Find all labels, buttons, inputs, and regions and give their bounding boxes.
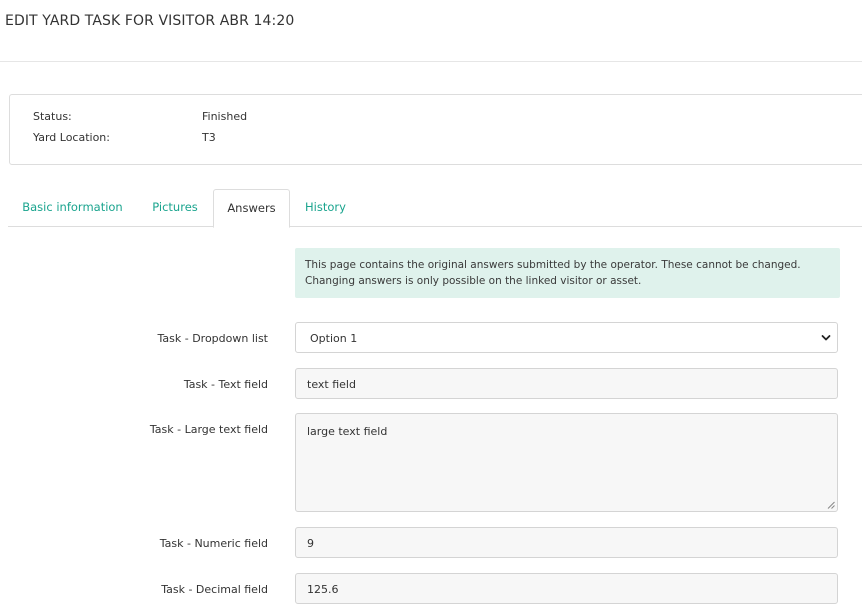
task-tabs: Basic information Pictures Answers Histo… [8,189,862,228]
numeric-field-label: Task - Numeric field [159,537,268,550]
status-label: Status: [33,110,72,123]
decimal-field-input[interactable]: 125.6 [295,573,838,604]
chevron-down-icon [821,335,831,341]
notice-line-1: This page contains the original answers … [305,259,801,271]
edit-yard-task-page: EDIT YARD TASK FOR VISITOR ABR 14:20 Sta… [0,0,862,612]
notice-line-2: Changing answers is only possible on the… [305,275,642,287]
large-text-field-textarea[interactable]: large text field [295,413,838,512]
task-info-panel: Status: Finished Yard Location: T3 [9,94,862,165]
text-field-input[interactable]: text field [295,368,838,399]
resize-grip-icon[interactable] [827,501,835,509]
large-text-field-value: large text field [307,425,388,438]
dropdown-field-label: Task - Dropdown list [157,332,269,345]
numeric-field-value: 9 [307,537,314,550]
tab-basic-information[interactable]: Basic information [8,189,137,225]
numeric-field-input[interactable]: 9 [295,527,838,558]
page-title: EDIT YARD TASK FOR VISITOR ABR 14:20 [5,13,295,29]
dropdown-selected-value: Option 1 [310,332,358,345]
dropdown-select[interactable]: Option 1 [295,322,838,353]
decimal-field-value: 125.6 [307,583,339,596]
status-value: Finished [202,110,248,123]
tab-pictures[interactable]: Pictures [137,189,213,225]
tab-history[interactable]: History [289,189,362,225]
large-text-field-label: Task - Large text field [149,423,268,436]
text-field-value: text field [307,378,356,391]
read-only-notice: This page contains the original answers … [295,248,840,298]
decimal-field-label: Task - Decimal field [161,583,268,596]
title-divider [0,61,862,62]
tab-answers[interactable]: Answers [213,189,290,228]
text-field-label: Task - Text field [183,378,268,391]
yard-location-value: T3 [202,131,216,144]
yard-location-label: Yard Location: [33,131,110,144]
